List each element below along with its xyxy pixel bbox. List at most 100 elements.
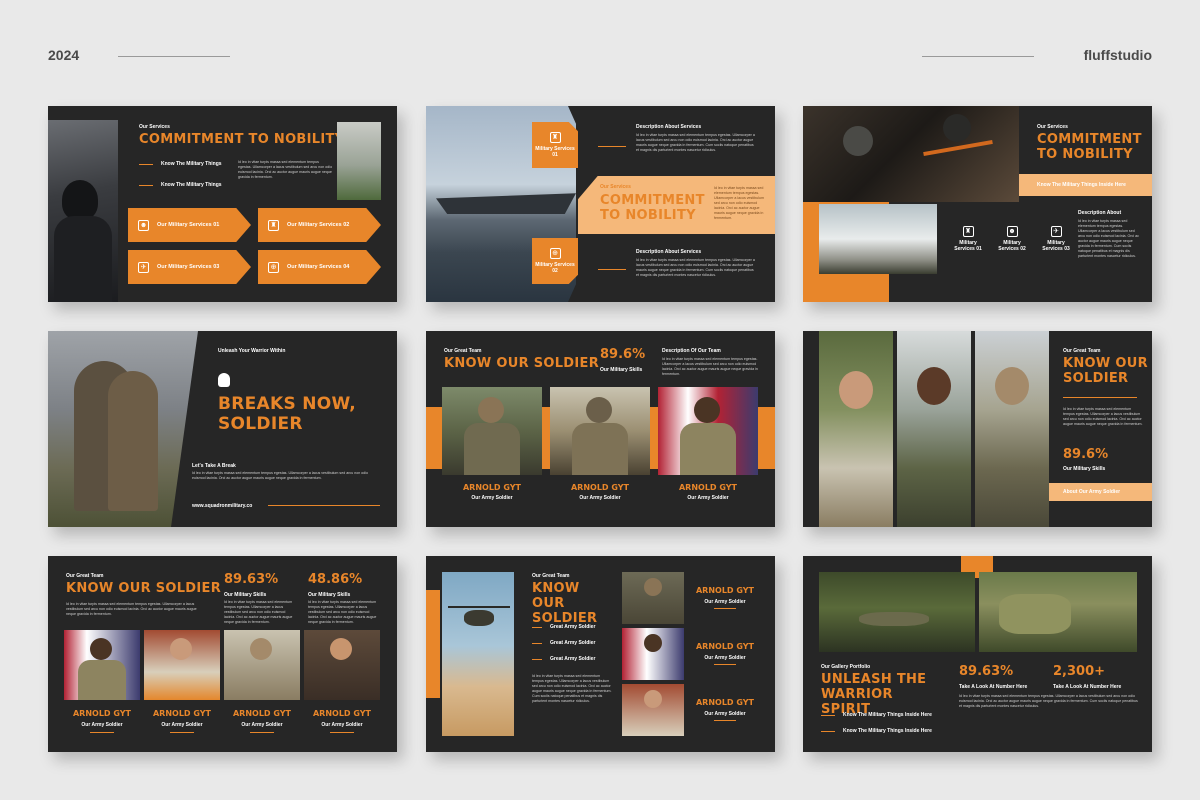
helicopter-icon: ✈ [1050,226,1062,237]
slide-1-services[interactable]: Our Services COMMITMENT TO NOBILITY Know… [48,106,397,302]
member-role: Our Army Soldier [704,711,746,717]
member-name: ARNOLD GYT [312,709,371,718]
slide-2-services[interactable]: ♜ Military Services 01 Our Services COMM… [426,106,775,302]
slide-8-team[interactable]: Our Great Team KNOW OUR SOLDIER Great Ar… [426,556,775,752]
service-card-4[interactable]: ⊕ Our Military Services 04 [258,250,381,284]
accent-line [714,608,736,609]
member-role: Our Army Soldier [241,722,283,728]
service-card-2[interactable]: ♜ Our Military Services 02 [258,208,381,242]
soldier-icon [218,373,230,387]
year-label: 2024 [48,47,80,63]
accent-line [714,664,736,665]
slide-9-gallery[interactable]: Our Gallery Portfolio UNLEASH THE WARRIO… [803,556,1152,752]
body-text: Id leo in vitae turpis massa sed element… [662,357,758,376]
member-role: Our Army Soldier [579,495,621,501]
member-photo [819,331,893,527]
person-icon: ☻ [138,219,149,231]
member-role: Our Army Soldier [471,495,513,501]
body-text: Id leo in vitae turpis massa sed element… [636,133,755,152]
chess-icon: ♜ [962,226,974,237]
body-text: Id leo in vitae turpis massa sed element… [238,160,333,179]
service-item[interactable]: ✈ Military Services 03 [1041,226,1071,252]
services-row: ♜ Military Services 01 ☻ Military Services… [953,226,1071,252]
slide-title: COMMITMENT TO NOBILITY [1037,132,1142,162]
service-item[interactable]: ☻ Military Services 02 [997,226,1027,252]
header-divider-left [118,56,230,57]
slide-6-team[interactable]: Our Great Team KNOW OUR SOLDIER Id leo i… [803,331,1152,527]
stat-label: Take A Look At Number Here [959,684,1028,690]
member-photo [622,628,684,680]
gallery-photo-1 [819,572,975,652]
body-text: Id leo in vitae turpis massa sed element… [308,600,377,624]
slide-5-team[interactable]: Our Great Team KNOW OUR SOLDIER 89.6% Ou… [426,331,775,527]
member-photo [897,331,971,527]
member-name: ARNOLD GYT [695,642,754,651]
member-name: ARNOLD GYT [570,483,629,492]
member-photo [224,630,300,700]
body-text: Id leo in vitae turpis massa sed element… [1078,219,1139,258]
info-band: About Our Army Soldier [1049,483,1152,501]
service-card-1[interactable]: ☻ Our Military Services 01 [128,208,251,242]
member-name: ARNOLD GYT [678,483,737,492]
member-name: ARNOLD GYT [462,483,521,492]
kicker: Our Services [600,184,631,190]
member-photo [975,331,1049,527]
chess-icon: ♜ [268,219,279,231]
member-role: Our Army Soldier [687,495,729,501]
orange-strip [426,590,440,698]
kicker: Our Gallery Portfolio [821,664,871,670]
kicker: Our Great Team [444,348,482,354]
member-photo [658,387,758,475]
stat-value: 48.86% [308,572,363,587]
target-icon: ⊕ [549,248,561,259]
desc-title: Description About Services [636,249,702,255]
stat-label: Take A Look At Number Here [1053,684,1122,690]
body-text: Id leo in vitae turpis massa sed element… [636,258,755,277]
stat-value: 89.63% [959,664,1014,679]
list-item: Great Army Soldier [532,624,595,630]
accent-line [598,269,626,270]
service-card-3[interactable]: ✈ Our Military Services 03 [128,250,251,284]
slide-3-services[interactable]: Our Services COMMITMENT TO NOBILITY Know… [803,106,1152,302]
member-role: Our Army Soldier [161,722,203,728]
kicker: Our Services [139,124,170,130]
title-band: Know The Military Things Inside Here [1019,174,1152,196]
kicker: Our Great Team [532,573,570,579]
body-text: Id leo in vitae turpis massa sed element… [959,694,1138,708]
accent-line [330,732,354,733]
slide-7-team[interactable]: Our Great Team KNOW OUR SOLDIER Id leo i… [48,556,397,752]
desc-title: Description About Services [636,124,702,130]
person-icon: ☻ [1006,226,1018,237]
body-text: Id leo in vitae turpis massa sed element… [224,600,293,624]
member-photo [144,630,220,700]
member-photo [442,387,542,475]
website-link[interactable]: www.squadronmilitary.co [192,503,252,509]
bullet-item: Know The Military Things [139,161,222,167]
member-role: Our Army Soldier [321,722,363,728]
member-name: ARNOLD GYT [232,709,291,718]
soldiers-carry-photo [48,331,198,527]
member-photo [64,630,140,700]
slide-4-break[interactable]: Unleash Your Warrior Within BREAKS NOW, … [48,331,397,527]
member-role: Our Army Soldier [704,599,746,605]
accent-line [250,732,274,733]
accent-line [170,732,194,733]
bullet-label: Know The Military Things [161,182,222,188]
accent-line [714,720,736,721]
vehicle-photo [337,122,381,200]
chess-icon: ♜ [549,132,561,143]
stat-label: Our Military Skills [308,592,351,598]
member-photo [622,572,684,624]
accent-line [1063,397,1137,398]
body-text: Id leo in vitae turpis massa sed element… [714,186,764,220]
slide-title: KNOW OUR SOLDIER [66,581,222,596]
service-badge-1[interactable]: ♜ Military Services 01 [532,122,578,168]
target-icon: ⊕ [268,261,279,273]
service-item[interactable]: ♜ Military Services 01 [953,226,983,252]
accent-line [598,146,626,147]
body-text: Id leo in vitae turpis massa sed element… [532,674,612,703]
service-badge-2[interactable]: ⊕ Military Services 02 [532,238,578,284]
header-divider-right [922,56,1034,57]
bullet-item: Know The Military Things [139,182,222,188]
subheading: Let's Take A Break [192,463,236,469]
